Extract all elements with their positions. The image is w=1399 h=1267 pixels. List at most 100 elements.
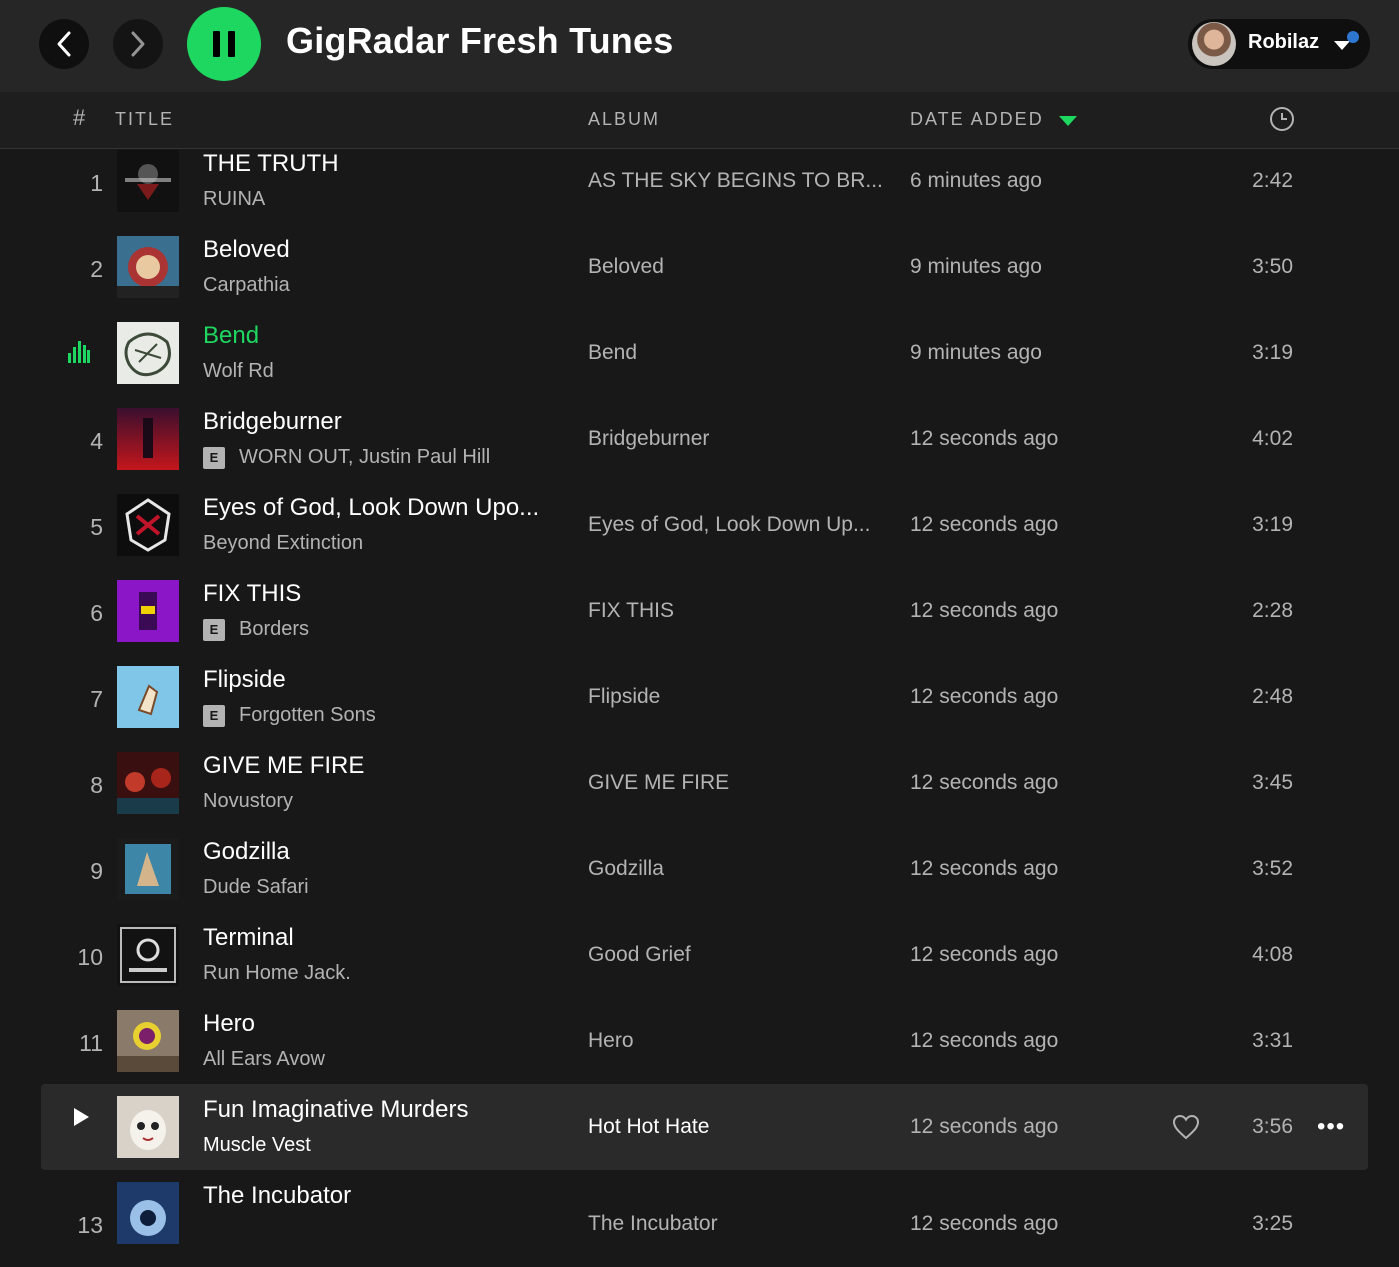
track-number: 13	[77, 1212, 103, 1238]
track-title[interactable]: GIVE ME FIRE	[203, 752, 364, 780]
track-artist[interactable]: Carpathia	[203, 274, 290, 297]
track-date-added: 12 seconds ago	[910, 599, 1059, 622]
track-row[interactable]: 11 Hero All Ears Avow Hero 12 seconds ag…	[41, 1009, 1368, 1095]
track-date-added: 12 seconds ago	[910, 513, 1059, 536]
track-row[interactable]: 1 THE TRUTH RUINA AS THE SKY BEGINS TO B…	[41, 149, 1368, 235]
more-options-icon[interactable]: •••	[1317, 1113, 1345, 1141]
column-number[interactable]: #	[73, 105, 85, 131]
track-row-playing[interactable]: Bend Wolf Rd Bend 9 minutes ago 3:19	[41, 321, 1368, 407]
track-album[interactable]: Good Grief	[588, 943, 691, 967]
track-artist[interactable]: All Ears Avow	[203, 1048, 325, 1071]
track-row[interactable]: 10 Terminal Run Home Jack. Good Grief 12…	[41, 923, 1368, 1009]
track-row[interactable]: 5 Eyes of God, Look Down Upo... Beyond E…	[41, 493, 1368, 579]
track-artist[interactable]: E Forgotten Sons	[203, 704, 376, 727]
track-artist[interactable]: Beyond Extinction	[203, 532, 363, 555]
chevron-left-icon	[57, 31, 71, 57]
track-artist[interactable]: Run Home Jack.	[203, 962, 351, 985]
track-duration: 2:42	[1252, 169, 1293, 192]
pause-button[interactable]	[187, 7, 261, 81]
play-icon[interactable]	[74, 1108, 89, 1126]
track-duration: 3:50	[1252, 255, 1293, 278]
track-album[interactable]: AS THE SKY BEGINS TO BR...	[588, 169, 883, 193]
track-album[interactable]: The Incubator	[588, 1212, 718, 1236]
album-cover	[117, 494, 179, 556]
album-cover	[117, 666, 179, 728]
forward-button[interactable]	[113, 19, 163, 69]
track-title[interactable]: Eyes of God, Look Down Upo...	[203, 494, 539, 522]
track-artist[interactable]: Wolf Rd	[203, 360, 274, 383]
track-date-added: 9 minutes ago	[910, 341, 1042, 364]
explicit-badge: E	[203, 618, 225, 641]
track-artist[interactable]: RUINA	[203, 188, 265, 211]
track-row[interactable]: 8 GIVE ME FIRE Novustory GIVE ME FIRE 12…	[41, 751, 1368, 837]
track-artist[interactable]: Novustory	[203, 790, 293, 813]
track-row-hovered[interactable]: Fun Imaginative Murders Muscle Vest Hot …	[41, 1084, 1368, 1170]
track-artist-name[interactable]: WORN OUT, Justin Paul Hill	[239, 446, 490, 469]
track-title[interactable]: Godzilla	[203, 838, 290, 866]
track-artist[interactable]: E Borders	[203, 618, 309, 641]
column-title[interactable]: TITLE	[115, 109, 174, 130]
clock-icon[interactable]	[1269, 106, 1295, 132]
album-cover	[117, 838, 179, 900]
track-row[interactable]: 6 FIX THIS E Borders FIX THIS 12 seconds …	[41, 579, 1368, 665]
track-artist[interactable]: Muscle Vest	[203, 1134, 311, 1157]
back-button[interactable]	[39, 19, 89, 69]
track-title[interactable]: FIX THIS	[203, 580, 301, 608]
playlist-title: GigRadar Fresh Tunes	[286, 20, 674, 61]
track-number: 1	[90, 170, 103, 196]
track-duration: 3:31	[1252, 1029, 1293, 1052]
column-date-added[interactable]: DATE ADDED	[910, 109, 1044, 130]
avatar	[1192, 22, 1236, 66]
track-album[interactable]: Hero	[588, 1029, 634, 1053]
heart-icon[interactable]	[1172, 1114, 1200, 1140]
track-duration: 3:25	[1252, 1212, 1293, 1235]
track-title[interactable]: Hero	[203, 1010, 255, 1038]
track-album[interactable]: Bridgeburner	[588, 427, 709, 451]
track-artist-name[interactable]: Forgotten Sons	[239, 704, 376, 727]
track-artist[interactable]: E WORN OUT, Justin Paul Hill	[203, 446, 490, 469]
track-album[interactable]: Flipside	[588, 685, 660, 709]
track-duration: 2:28	[1252, 599, 1293, 622]
track-number: 2	[90, 256, 103, 282]
track-duration: 2:48	[1252, 685, 1293, 708]
equalizer-icon	[68, 341, 90, 363]
track-album[interactable]: Hot Hot Hate	[588, 1115, 709, 1139]
track-row[interactable]: 4 Bridgeburner E WORN OUT, Justin Paul Hi…	[41, 407, 1368, 493]
track-album[interactable]: FIX THIS	[588, 599, 674, 623]
track-title[interactable]: THE TRUTH	[203, 150, 339, 178]
track-number: 11	[79, 1030, 103, 1056]
user-name: Robilaz	[1248, 31, 1320, 53]
caret-down-icon	[1334, 41, 1350, 50]
track-album[interactable]: Beloved	[588, 255, 664, 279]
track-album[interactable]: Godzilla	[588, 857, 664, 881]
track-album[interactable]: Bend	[588, 341, 637, 365]
track-title[interactable]: Terminal	[203, 924, 294, 952]
track-duration: 4:02	[1252, 427, 1293, 450]
track-date-added: 9 minutes ago	[910, 255, 1042, 278]
track-artist-name[interactable]: Borders	[239, 618, 309, 641]
track-album[interactable]: GIVE ME FIRE	[588, 771, 729, 795]
track-date-added: 12 seconds ago	[910, 943, 1059, 966]
track-title[interactable]: The Incubator	[203, 1182, 351, 1210]
track-title[interactable]: Bridgeburner	[203, 408, 342, 436]
track-row[interactable]: 9 Godzilla Dude Safari Godzilla 12 secon…	[41, 837, 1368, 923]
album-cover	[117, 1182, 179, 1244]
track-artist[interactable]: Dude Safari	[203, 876, 309, 899]
track-title[interactable]: Beloved	[203, 236, 290, 264]
column-album[interactable]: ALBUM	[588, 109, 660, 130]
track-date-added: 12 seconds ago	[910, 427, 1059, 450]
user-menu-button[interactable]: Robilaz	[1188, 19, 1370, 69]
track-title[interactable]: Flipside	[203, 666, 286, 694]
track-title[interactable]: Bend	[203, 322, 259, 350]
track-date-added: 12 seconds ago	[910, 1029, 1059, 1052]
album-cover	[117, 236, 179, 298]
album-cover	[117, 408, 179, 470]
track-row[interactable]: 7 Flipside E Forgotten Sons Flipside 12 s…	[41, 665, 1368, 751]
track-row[interactable]: 2 Beloved Carpathia Beloved 9 minutes ag…	[41, 235, 1368, 321]
album-cover	[117, 1096, 179, 1158]
track-number: 9	[90, 858, 103, 884]
track-duration: 3:19	[1252, 513, 1293, 536]
track-album[interactable]: Eyes of God, Look Down Up...	[588, 513, 870, 537]
track-title[interactable]: Fun Imaginative Murders	[203, 1096, 468, 1124]
track-row[interactable]: 13 The Incubator The Incubator 12 second…	[41, 1181, 1368, 1267]
